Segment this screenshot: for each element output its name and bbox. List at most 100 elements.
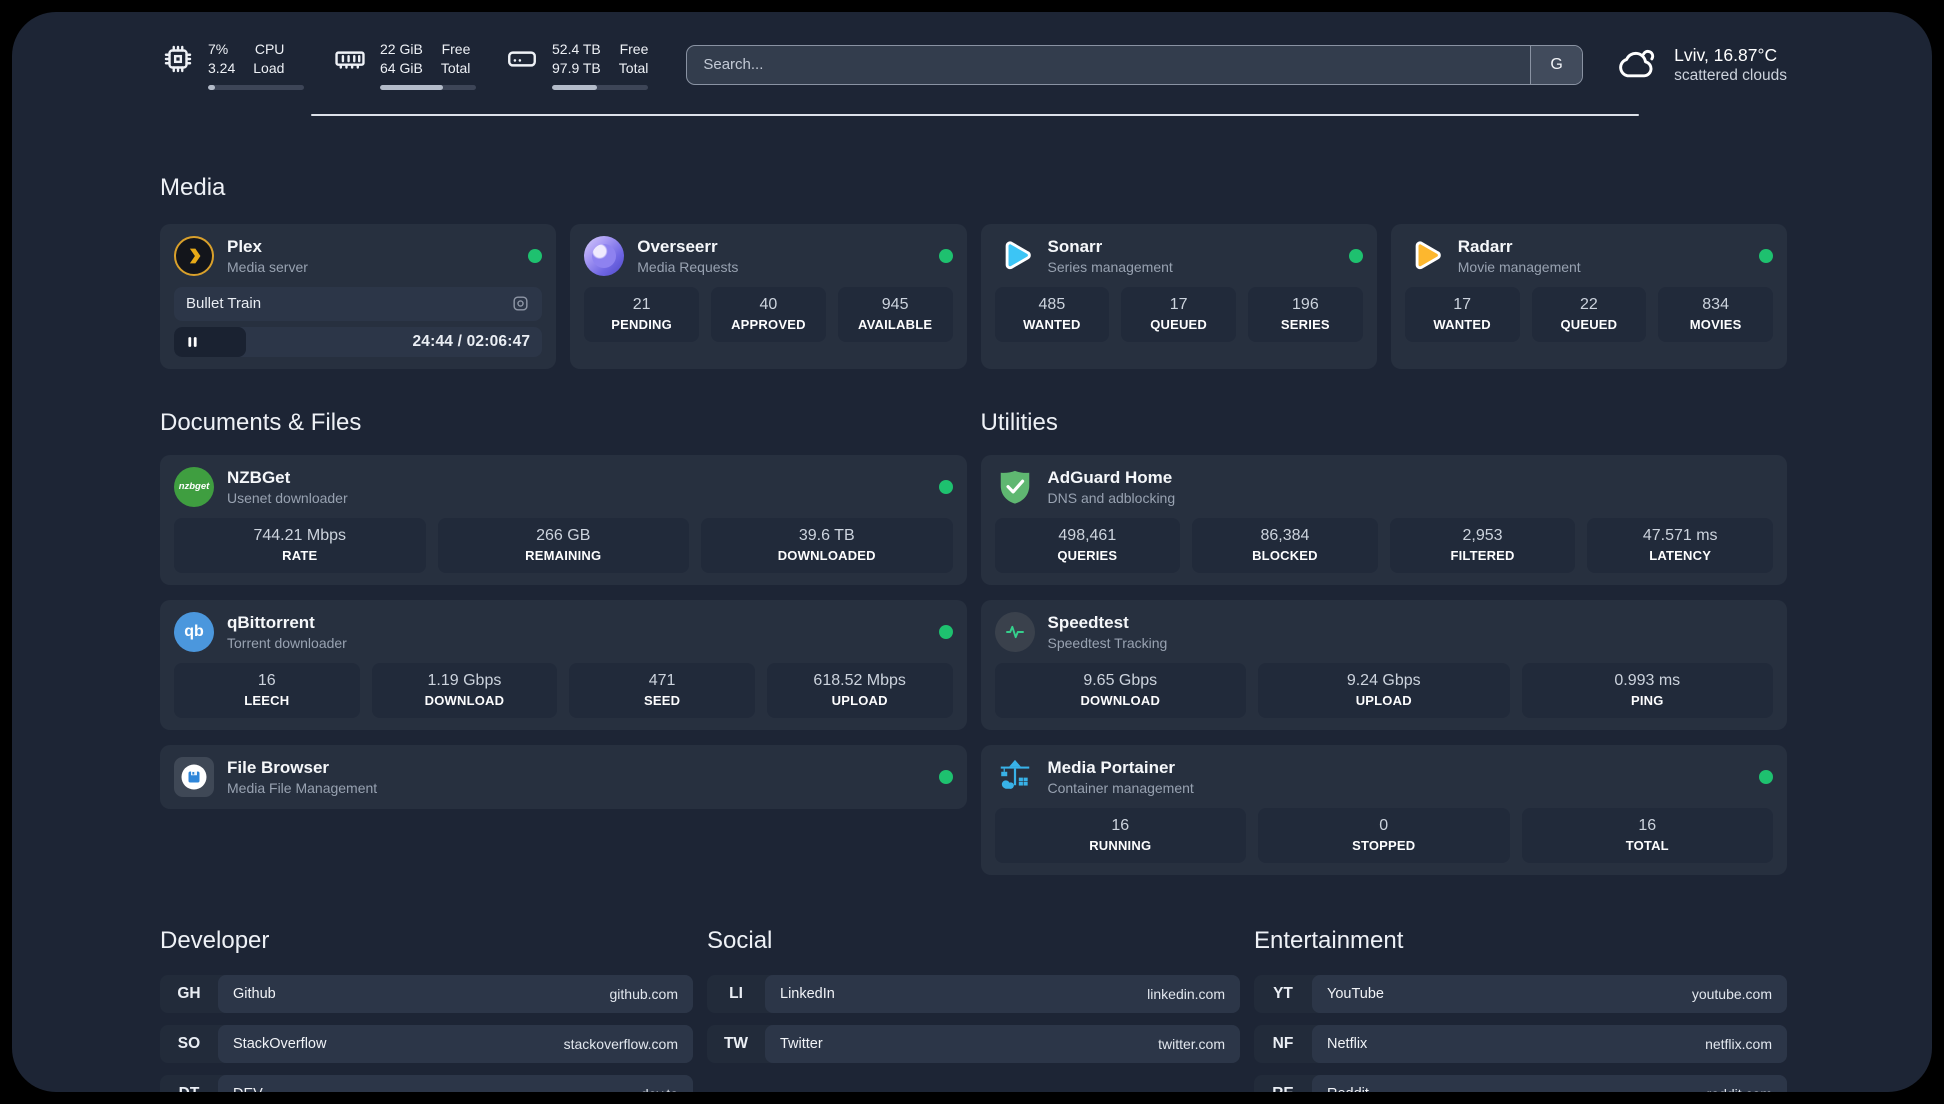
app-title: NZBGet: [227, 467, 291, 487]
bookmark-abbr: GH: [177, 984, 201, 1002]
app-card-filebrowser[interactable]: File Browser Media File Management: [160, 744, 967, 809]
status-dot: [1759, 248, 1773, 263]
app-title: Overseerr: [637, 236, 718, 256]
overseerr-icon: [584, 235, 625, 276]
bookmark-linkedin[interactable]: LI LinkedIn linkedin.com: [707, 974, 1240, 1013]
section-title-media: Media: [160, 173, 226, 201]
app-desc: Torrent downloader: [227, 634, 347, 651]
bookmark-url: youtube.com: [1691, 985, 1772, 1002]
player-progress-bar[interactable]: 24:44 / 02:06:47: [174, 326, 543, 357]
app-card-nzbget[interactable]: nzbget NZBGet Usenet downloader 744.21 M…: [160, 454, 967, 585]
bookmark-youtube[interactable]: YT YouTube youtube.com: [1254, 974, 1787, 1013]
stat-wanted: 17 WANTED: [1404, 286, 1520, 342]
bookmark-group-developer: Developer GH Github github.com SO StackO…: [160, 927, 693, 1092]
utilities-column: AdGuard Home DNS and adblocking 498,461 …: [980, 454, 1787, 875]
bookmark-abbr: RE: [1254, 1075, 1312, 1092]
app-desc: Media File Management: [227, 779, 378, 796]
stat-running: 16 RUNNING: [994, 807, 1246, 863]
media-grid: Plex Media server Bullet Train 24:44 / 0…: [160, 223, 1787, 369]
app-card-qbittorrent[interactable]: qb qBittorrent Torrent downloader 16 LEE…: [160, 599, 967, 730]
search-input[interactable]: [687, 45, 1531, 84]
section-title-entertainment: Entertainment: [1254, 926, 1404, 954]
app-title: Radarr: [1457, 236, 1513, 256]
stat-latency: 47.571 ms LATENCY: [1587, 517, 1773, 573]
status-dot: [938, 624, 953, 639]
radarr-icon: [1405, 236, 1445, 276]
app-title: AdGuard Home: [1047, 467, 1173, 487]
cpu-load-avg: 3.24: [208, 59, 236, 76]
bookmark-github[interactable]: GH Github github.com: [160, 974, 693, 1013]
sonarr-icon: [995, 236, 1035, 276]
memory-widget: 22 GiB 64 GiB Free Total: [332, 40, 476, 90]
bookmark-url: twitter.com: [1158, 1035, 1225, 1052]
now-playing-bar[interactable]: Bullet Train: [174, 286, 543, 321]
bookmark-reddit[interactable]: RE Reddit reddit.com: [1254, 1074, 1787, 1092]
bookmark-url: linkedin.com: [1147, 985, 1225, 1002]
search-engine-button[interactable]: G: [1530, 45, 1583, 84]
filebrowser-icon: [174, 756, 214, 797]
app-desc: Speedtest Tracking: [1047, 634, 1168, 651]
weather-location: Lviv, 16.87°C: [1674, 44, 1778, 65]
stat-total: 16 TOTAL: [1521, 807, 1773, 863]
ram-progress-bar: [380, 84, 476, 90]
bookmark-url: github.com: [609, 985, 678, 1002]
stat-wanted: 485 WANTED: [994, 286, 1110, 342]
now-playing-title: Bullet Train: [186, 295, 262, 313]
app-title: Media Portainer: [1047, 757, 1176, 777]
cpu-progress-bar: [208, 84, 304, 90]
disk-total: 97.9 TB: [552, 59, 601, 76]
stat-queued: 22 QUEUED: [1531, 286, 1647, 342]
app-card-adguard[interactable]: AdGuard Home DNS and adblocking 498,461 …: [980, 454, 1787, 585]
stat-download: 9.65 Gbps DOWNLOAD: [994, 662, 1246, 718]
ram-total: 64 GiB: [380, 59, 423, 76]
stat-pending: 21 PENDING: [584, 286, 699, 342]
bookmark-dev[interactable]: DT DEV dev.to: [160, 1074, 693, 1092]
bookmark-stackoverflow[interactable]: SO StackOverflow stackoverflow.com: [160, 1024, 693, 1063]
ram-label-2: Total: [440, 59, 471, 76]
app-desc: Media server: [227, 258, 308, 275]
app-card-speedtest[interactable]: Speedtest Speedtest Tracking 9.65 Gbps D…: [980, 599, 1787, 730]
bookmark-abbr: TW: [723, 1034, 749, 1052]
search-bar: G: [686, 44, 1584, 85]
cpu-label-1: CPU: [254, 41, 285, 57]
player-time: 24:44 / 02:06:47: [412, 332, 531, 350]
weather-widget[interactable]: Lviv, 16.87°C scattered clouds: [1613, 43, 1787, 86]
app-card-plex[interactable]: Plex Media server Bullet Train 24:44 / 0…: [160, 223, 557, 369]
app-card-overseerr[interactable]: Overseerr Media Requests 21 PENDING 40 A…: [570, 223, 967, 369]
app-card-radarr[interactable]: Radarr Movie management 17 WANTED 22 QUE…: [1390, 223, 1787, 369]
header: 7% 3.24 CPU Load 22 GiB 64 GiB Free Tota…: [160, 40, 1787, 90]
stat-filtered: 2,953 FILTERED: [1389, 517, 1576, 573]
stat-upload: 9.24 Gbps UPLOAD: [1258, 662, 1510, 718]
bookmark-netflix[interactable]: NF Netflix netflix.com: [1254, 1024, 1787, 1063]
app-card-portainer[interactable]: Media Portainer Container management 16 …: [980, 744, 1787, 875]
bookmark-name: Twitter: [780, 1035, 823, 1052]
app-title: Sonarr: [1047, 236, 1103, 256]
app-card-sonarr[interactable]: Sonarr Series management 485 WANTED 17 Q…: [980, 223, 1377, 369]
pause-icon[interactable]: [186, 335, 199, 349]
bookmark-abbr: SO: [177, 1034, 201, 1052]
stat-available: 945 AVAILABLE: [837, 286, 953, 342]
stat-queued: 17 QUEUED: [1121, 286, 1236, 342]
bookmark-url: reddit.com: [1707, 1086, 1772, 1092]
bookmark-twitter[interactable]: TW Twitter twitter.com: [707, 1024, 1240, 1063]
adguard-icon: [995, 467, 1035, 507]
cpu-usage: 7%: [208, 41, 229, 57]
ram-label-1: Free: [441, 41, 471, 57]
status-dot: [938, 769, 953, 784]
dashboard-panel: 7% 3.24 CPU Load 22 GiB 64 GiB Free Tota…: [12, 12, 1932, 1092]
nzbget-icon: nzbget: [174, 466, 214, 507]
app-title: qBittorrent: [227, 612, 315, 632]
bookmark-abbr: YT: [1273, 984, 1293, 1002]
portainer-icon: [995, 757, 1035, 797]
app-title: Speedtest: [1047, 612, 1129, 632]
speedtest-icon: [994, 611, 1035, 652]
disk-label-2: Total: [618, 59, 649, 76]
ram-icon: [332, 41, 368, 77]
disk-free: 52.4 TB: [552, 41, 601, 57]
app-desc: DNS and adblocking: [1047, 489, 1176, 506]
bookmark-name: Netflix: [1327, 1035, 1368, 1052]
bookmark-url: netflix.com: [1705, 1035, 1772, 1052]
status-dot: [938, 248, 953, 263]
app-title: Plex: [227, 236, 262, 256]
bookmark-url: stackoverflow.com: [563, 1035, 678, 1052]
